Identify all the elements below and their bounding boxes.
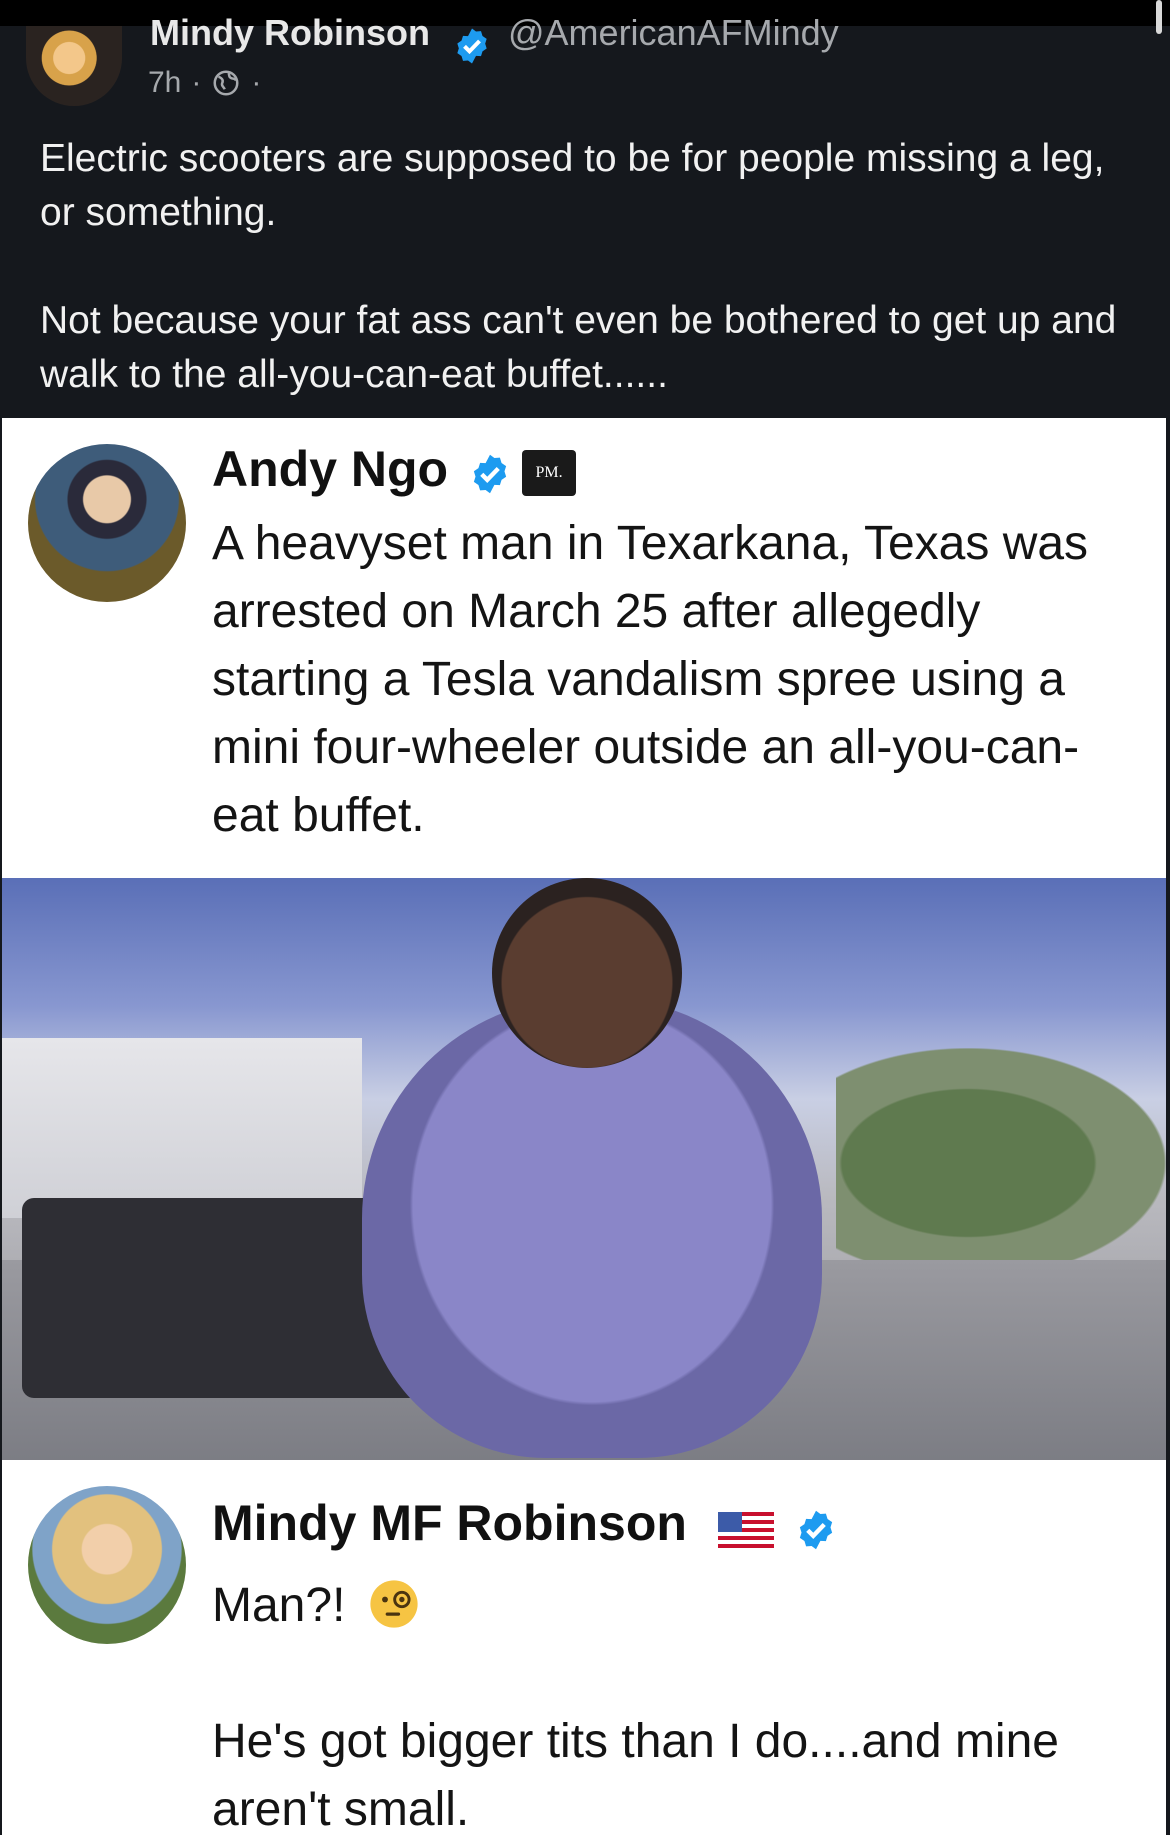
avatar[interactable] <box>26 26 122 106</box>
globe-icon <box>213 70 239 96</box>
verified-badge-icon <box>473 454 507 494</box>
quoted-tweet-text: A heavyset man in Texarkana, Texas was a… <box>212 517 1089 842</box>
photo-person-head <box>492 878 682 1068</box>
author-handle[interactable]: @AmericanAFMindy <box>508 12 839 54</box>
monocle-face-icon <box>370 1580 418 1628</box>
post-meta: 7h · · <box>148 66 261 100</box>
reply-tweet: Mindy MF Robinson Man?! He's got bigger … <box>2 1460 1166 1835</box>
reply-text-line: He's got bigger tits than I do....and mi… <box>212 1715 1059 1835</box>
embedded-image[interactable]: Andy Ngo PM. A heavyset man in Texarkana… <box>2 418 1166 1835</box>
reply-text-line: Man?! <box>212 1572 1132 1640</box>
verified-badge-icon <box>799 1510 833 1550</box>
reply-author-name: Mindy MF Robinson <box>212 1495 687 1551</box>
quoted-author-name: Andy Ngo <box>212 441 449 497</box>
post-header: Mindy Robinson @AmericanAFMindy 7h · · <box>0 12 1170 116</box>
reply-tweet-text: Man?! He's got bigger tits than I do....… <box>212 1572 1132 1835</box>
separator: · <box>251 66 262 99</box>
avatar <box>28 1486 186 1644</box>
quoted-tweet: Andy Ngo PM. A heavyset man in Texarkana… <box>2 418 1166 878</box>
post-text: Electric scooters are supposed to be for… <box>40 132 1140 402</box>
reply-text-first: Man?! <box>212 1579 346 1632</box>
verified-badge-icon <box>457 28 487 64</box>
post-text-line: Not because your fat ass can't even be b… <box>40 299 1117 396</box>
author-name[interactable]: Mindy Robinson <box>150 12 430 54</box>
photo-building <box>2 1038 362 1218</box>
affiliation-badge: PM. <box>522 450 576 496</box>
post-text-line: Electric scooters are supposed to be for… <box>40 137 1105 234</box>
post-time[interactable]: 7h <box>148 66 181 100</box>
separator: · <box>191 66 202 99</box>
us-flag-icon <box>718 1512 774 1548</box>
avatar <box>28 444 186 602</box>
photo-trees <box>836 1048 1166 1278</box>
news-photo <box>2 878 1166 1460</box>
